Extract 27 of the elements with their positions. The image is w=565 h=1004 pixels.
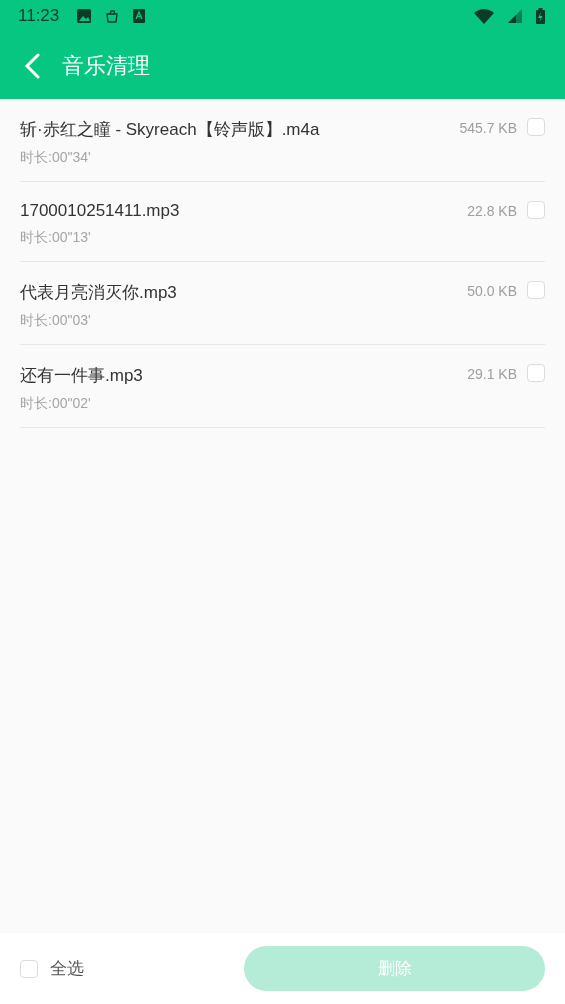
file-duration: 时长:00"03' (20, 312, 92, 330)
file-name: 1700010251411.mp3 (20, 201, 181, 221)
file-duration: 时长:00"34' (20, 149, 92, 167)
file-checkbox[interactable] (527, 281, 545, 299)
back-button[interactable] (24, 52, 40, 79)
battery-icon (536, 8, 545, 24)
select-all-checkbox[interactable] (20, 959, 38, 978)
page-title: 音乐清理 (62, 51, 150, 80)
file-duration: 时长:00"02' (20, 395, 92, 413)
app-icon (133, 9, 146, 23)
file-name: 还有一件事.mp3 (20, 365, 144, 387)
status-time: 11:23 (18, 6, 60, 26)
file-duration: 时长:00"13' (20, 229, 92, 247)
select-all-label: 全选 (50, 957, 84, 980)
wifi-icon (474, 8, 494, 24)
file-size: 22.8 KB (467, 203, 517, 219)
image-icon (77, 9, 92, 23)
file-checkbox[interactable] (527, 364, 545, 382)
file-size: 50.0 KB (467, 283, 517, 299)
file-size: 29.1 KB (467, 366, 517, 382)
file-checkbox[interactable] (527, 201, 545, 219)
file-size: 545.7 KB (459, 120, 517, 136)
file-name: 代表月亮消灭你.mp3 (20, 282, 178, 304)
bag-icon (105, 9, 120, 23)
file-checkbox[interactable] (527, 118, 545, 136)
file-name: 斩·赤红之瞳 - Skyreach【铃声版】.m4a (20, 119, 321, 141)
signal-icon (508, 9, 522, 23)
